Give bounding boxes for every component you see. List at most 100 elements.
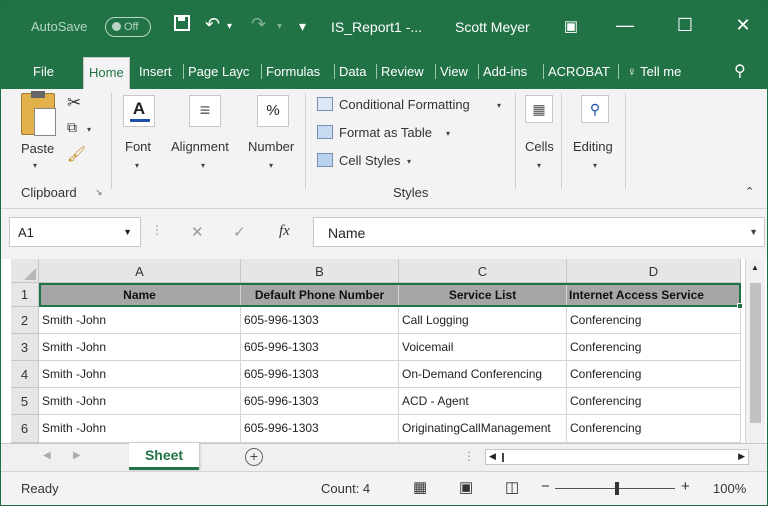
cells-button[interactable]: Cells: [525, 139, 554, 154]
tab-file[interactable]: File: [33, 64, 54, 79]
table-cell[interactable]: OriginatingCallManagement: [399, 415, 567, 443]
alignment-button[interactable]: Alignment: [171, 139, 229, 154]
column-header-c[interactable]: C: [399, 259, 567, 283]
table-cell[interactable]: 605-996-1303: [241, 415, 399, 443]
save-icon[interactable]: [173, 14, 191, 37]
redo-icon[interactable]: ↷: [251, 14, 266, 35]
paste-icon[interactable]: [21, 91, 56, 136]
table-cell[interactable]: Voicemail: [399, 334, 567, 361]
font-dropdown-icon[interactable]: ▾: [135, 161, 139, 170]
format-as-table-dropdown-icon[interactable]: ▾: [446, 129, 450, 138]
row-header-4[interactable]: 4: [11, 361, 39, 388]
format-as-table-button[interactable]: Format as Table: [339, 125, 432, 140]
page-layout-view-icon[interactable]: ▣: [459, 478, 473, 496]
copy-icon[interactable]: ⧉: [67, 119, 77, 136]
zoom-level[interactable]: 100%: [713, 481, 746, 496]
worksheet-grid[interactable]: A B C D 1 2 3 4 5 6 Name Default Phone N…: [1, 259, 767, 443]
next-sheet-icon[interactable]: ▶: [73, 450, 81, 461]
zoom-out-icon[interactable]: −: [541, 478, 550, 495]
tab-formulas[interactable]: Formulas: [261, 64, 320, 79]
table-cell[interactable]: 605-996-1303: [241, 334, 399, 361]
undo-dropdown-icon[interactable]: ▾: [227, 21, 232, 32]
page-break-preview-icon[interactable]: ◫: [505, 478, 519, 496]
column-header-d[interactable]: D: [567, 259, 741, 283]
number-dropdown-icon[interactable]: ▾: [269, 161, 273, 170]
conditional-formatting-button[interactable]: Conditional Formatting: [339, 97, 470, 112]
tab-page-layout[interactable]: Page Layc: [183, 64, 249, 79]
alignment-dropdown-icon[interactable]: ▾: [201, 161, 205, 170]
fill-handle[interactable]: [737, 303, 743, 309]
row-header-2[interactable]: 2: [11, 307, 39, 334]
editing-search-icon[interactable]: ⚲: [581, 95, 609, 123]
table-cell[interactable]: Smith -John: [39, 307, 241, 334]
name-box-dropdown-icon[interactable]: ▼: [123, 227, 132, 237]
alignment-icon[interactable]: ≡: [189, 95, 221, 127]
scroll-up-icon[interactable]: ▲: [751, 263, 759, 272]
header-cell-service-list[interactable]: Service List: [399, 283, 567, 307]
table-cell[interactable]: 605-996-1303: [241, 307, 399, 334]
sheet-tab[interactable]: Sheet: [129, 443, 199, 470]
tab-data[interactable]: Data: [334, 64, 366, 79]
table-cell[interactable]: On-Demand Conferencing: [399, 361, 567, 388]
column-header-a[interactable]: A: [39, 259, 241, 283]
header-cell-name[interactable]: Name: [39, 283, 241, 307]
select-all-button[interactable]: [11, 259, 39, 283]
enter-icon[interactable]: ✓: [233, 223, 246, 241]
formula-bar-options-icon[interactable]: ⋮: [151, 223, 163, 237]
cut-icon[interactable]: ✂: [67, 93, 81, 113]
header-cell-phone[interactable]: Default Phone Number: [241, 283, 399, 307]
number-format-icon[interactable]: %: [257, 95, 289, 127]
redo-dropdown-icon[interactable]: ▾: [277, 21, 282, 32]
font-button[interactable]: Font: [125, 139, 151, 154]
table-cell[interactable]: Smith -John: [39, 415, 241, 443]
insert-function-icon[interactable]: fx: [279, 223, 290, 240]
paste-button[interactable]: Paste: [21, 141, 54, 156]
row-header-6[interactable]: 6: [11, 415, 39, 443]
table-cell[interactable]: Conferencing: [567, 415, 741, 443]
name-box[interactable]: A1 ▼: [9, 217, 141, 247]
table-cell[interactable]: Conferencing: [567, 388, 741, 415]
table-cell[interactable]: ACD - Agent: [399, 388, 567, 415]
prev-sheet-icon[interactable]: ◀: [43, 450, 51, 461]
collapse-ribbon-icon[interactable]: ⌃: [745, 185, 754, 198]
table-cell[interactable]: 605-996-1303: [241, 361, 399, 388]
table-cell[interactable]: Conferencing: [567, 334, 741, 361]
maximize-icon[interactable]: ☐: [673, 15, 697, 36]
tab-split-handle[interactable]: ⋮: [463, 449, 475, 463]
horizontal-scroll-thumb[interactable]: [502, 453, 504, 462]
horizontal-scrollbar[interactable]: ◀ ▶: [485, 449, 749, 465]
zoom-in-icon[interactable]: +: [681, 478, 690, 495]
tab-review[interactable]: Review: [376, 64, 424, 79]
tab-home[interactable]: Home: [83, 57, 130, 89]
scroll-left-icon[interactable]: ◀: [489, 451, 496, 462]
format-painter-icon[interactable]: 🖌: [67, 145, 86, 163]
share-icon[interactable]: ⚲: [734, 61, 746, 81]
cell-styles-button[interactable]: Cell Styles: [339, 153, 400, 168]
table-cell[interactable]: Smith -John: [39, 361, 241, 388]
formula-input[interactable]: Name ▼: [313, 217, 765, 247]
paste-dropdown-icon[interactable]: ▾: [33, 161, 37, 170]
cells-dropdown-icon[interactable]: ▾: [537, 161, 541, 170]
vertical-scroll-thumb[interactable]: [750, 283, 761, 423]
number-button[interactable]: Number: [248, 139, 294, 154]
customize-toolbar-icon[interactable]: ▾: [299, 18, 306, 35]
close-icon[interactable]: ✕: [731, 15, 755, 36]
copy-dropdown-icon[interactable]: ▾: [87, 125, 91, 134]
minimize-icon[interactable]: —: [613, 15, 637, 36]
editing-button[interactable]: Editing: [573, 139, 613, 154]
scroll-right-icon[interactable]: ▶: [738, 451, 745, 462]
new-sheet-icon[interactable]: +: [245, 448, 263, 466]
table-cell[interactable]: 605-996-1303: [241, 388, 399, 415]
table-cell[interactable]: Conferencing: [567, 307, 741, 334]
clipboard-launcher-icon[interactable]: ↘: [95, 187, 103, 198]
expand-formula-bar-icon[interactable]: ▼: [749, 227, 758, 237]
tab-add-ins[interactable]: Add-ins: [478, 64, 527, 79]
column-header-b[interactable]: B: [241, 259, 399, 283]
ribbon-display-options-icon[interactable]: ▣: [559, 17, 583, 35]
row-header-1[interactable]: 1: [11, 283, 39, 307]
row-header-3[interactable]: 3: [11, 334, 39, 361]
cell-styles-dropdown-icon[interactable]: ▾: [407, 157, 411, 166]
table-cell[interactable]: Smith -John: [39, 334, 241, 361]
table-cell[interactable]: Conferencing: [567, 361, 741, 388]
font-icon[interactable]: A: [123, 95, 155, 127]
